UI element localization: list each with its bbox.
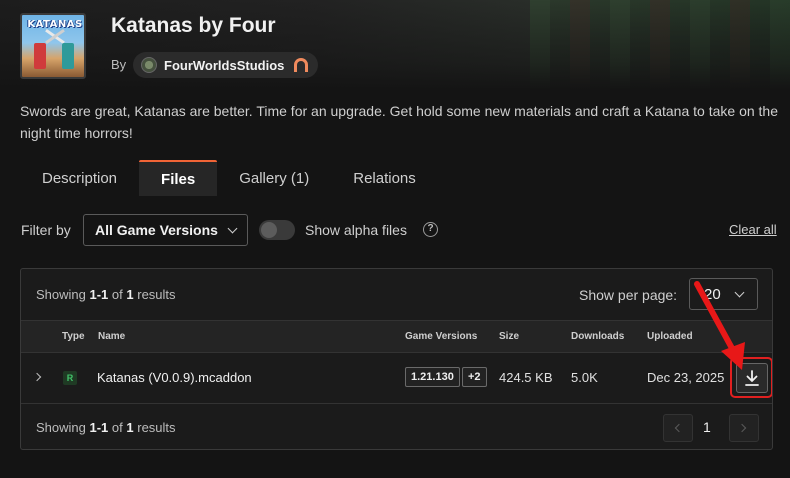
project-logo: KATANAS (20, 13, 86, 79)
results-of: of (111, 420, 123, 435)
game-version-select-value: All Game Versions (95, 222, 218, 238)
chevron-down-icon (227, 223, 238, 233)
game-version-select[interactable]: All Game Versions (83, 214, 248, 246)
logo-text: KATANAS (27, 19, 83, 30)
header-size: Size (499, 331, 520, 342)
header-game-versions: Game Versions (405, 331, 478, 342)
per-page-select[interactable]: 20 (689, 278, 758, 310)
results-range: 1-1 (89, 420, 109, 435)
results-prefix: Showing (36, 420, 86, 435)
project-summary: Swords are great, Katanas are better. Ti… (20, 103, 778, 141)
file-size: 424.5 KB (499, 370, 553, 385)
results-total: 1 (126, 420, 134, 435)
results-range: 1-1 (89, 287, 109, 302)
results-summary-top: Showing 1-1 of 1 results (36, 287, 176, 302)
author-avatar (141, 57, 157, 73)
per-page-label: Show per page: (579, 287, 678, 303)
file-downloads: 5.0K (571, 370, 598, 385)
file-name[interactable]: Katanas (V0.0.9).mcaddon (97, 370, 252, 385)
results-total: 1 (126, 287, 134, 302)
release-type-badge: R (63, 371, 77, 385)
creator-badge-icon (294, 58, 309, 72)
show-alpha-toggle[interactable] (259, 220, 295, 240)
chevron-left-icon (674, 423, 684, 433)
tab-files[interactable]: Files (139, 160, 218, 196)
file-uploaded-date: Dec 23, 2025 (647, 370, 725, 385)
results-summary-bottom: Showing 1-1 of 1 results (36, 420, 176, 435)
results-suffix: results (137, 420, 176, 435)
by-label: By (111, 57, 127, 72)
current-page[interactable]: 1 (703, 419, 711, 435)
results-prefix: Showing (36, 287, 86, 302)
tab-gallery[interactable]: Gallery (1) (217, 160, 331, 196)
expand-chevron-icon[interactable] (32, 372, 42, 382)
project-title: Katanas by Four (111, 14, 276, 37)
header-uploaded: Uploaded (647, 331, 693, 342)
logo-figure-red (34, 43, 46, 69)
extra-versions-chip[interactable]: +2 (462, 367, 487, 387)
chevron-down-icon (734, 287, 745, 297)
next-page-button[interactable] (729, 414, 759, 442)
tab-description[interactable]: Description (20, 160, 139, 196)
chevron-right-icon (737, 423, 747, 433)
previous-page-button[interactable] (663, 414, 693, 442)
header-type: Type (62, 331, 85, 342)
table-header: Type Name Game Versions Size Downloads U… (21, 320, 772, 353)
author-link[interactable]: FourWorldsStudios (133, 52, 319, 78)
game-version-chip: 1.21.130 (405, 367, 460, 387)
show-alpha-label: Show alpha files (305, 222, 407, 238)
table-row[interactable]: R Katanas (V0.0.9).mcaddon 1.21.130 +2 4… (21, 353, 772, 404)
results-of: of (111, 287, 123, 302)
download-button[interactable] (736, 363, 768, 393)
toggle-knob (261, 222, 277, 238)
author-name: FourWorldsStudios (164, 57, 285, 73)
download-icon (745, 370, 759, 386)
results-suffix: results (137, 287, 176, 302)
clear-all-link[interactable]: Clear all (729, 222, 777, 237)
tab-relations[interactable]: Relations (331, 160, 438, 196)
project-tabs: Description Files Gallery (1) Relations (20, 160, 438, 196)
help-icon[interactable]: ? (423, 222, 438, 237)
logo-figure-teal (62, 43, 74, 69)
filter-by-label: Filter by (21, 222, 71, 238)
per-page-value: 20 (704, 285, 721, 303)
header-name: Name (98, 331, 126, 342)
header-downloads: Downloads (571, 331, 625, 342)
files-table-panel: Showing 1-1 of 1 results Show per page: … (20, 268, 773, 450)
